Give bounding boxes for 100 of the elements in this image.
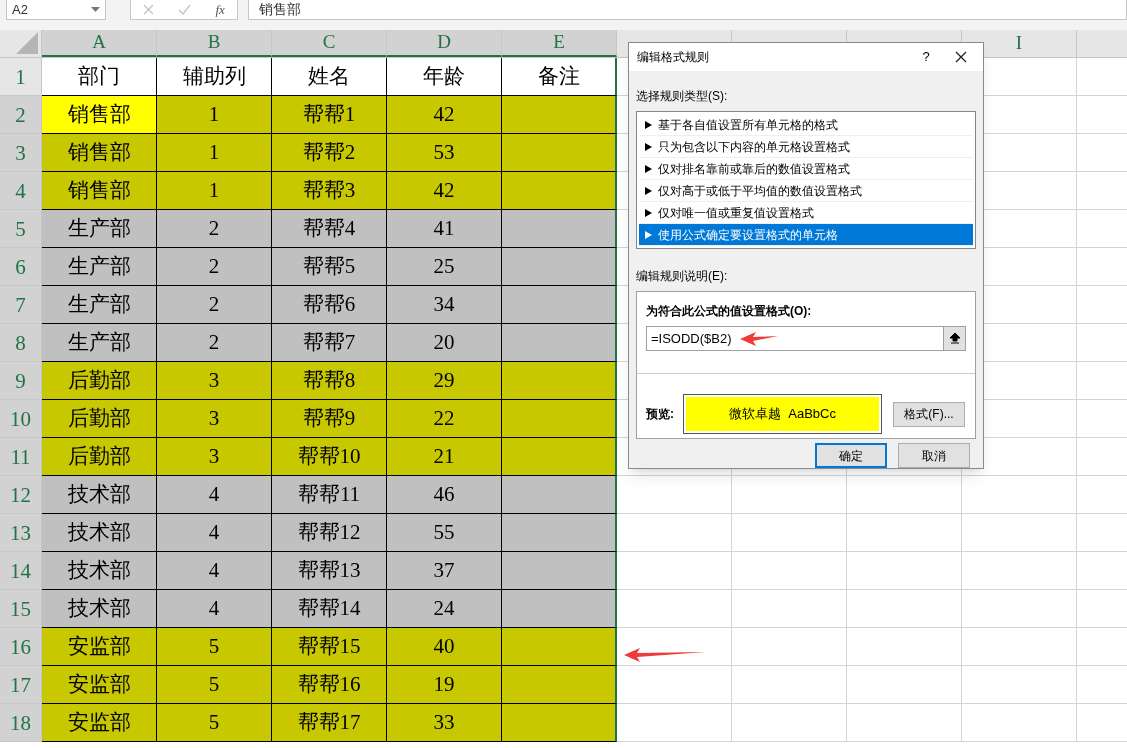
rule-type-item[interactable]: 基于各自值设置所有单元格的格式 [639, 114, 973, 136]
table-cell: 部门 [42, 58, 157, 96]
row-header[interactable]: 16 [0, 628, 42, 666]
table-cell: 42 [387, 96, 502, 134]
table-cell: 帮帮10 [272, 438, 387, 476]
table-cell: 37 [387, 552, 502, 590]
table-cell: 2 [157, 324, 272, 362]
table-cell: 25 [387, 248, 502, 286]
cancel-button[interactable]: 取消 [898, 443, 970, 468]
insert-function-button[interactable]: fx [215, 0, 225, 20]
triangle-icon [645, 142, 652, 151]
table-cell: 2 [157, 210, 272, 248]
row-header[interactable]: 18 [0, 704, 42, 742]
column-header[interactable]: B [157, 30, 272, 57]
rule-type-item[interactable]: 仅对排名靠前或靠后的数值设置格式 [639, 158, 973, 180]
row-header[interactable]: 17 [0, 666, 42, 704]
table-cell: 24 [387, 590, 502, 628]
table-cell: 销售部 [42, 172, 157, 210]
table-cell: 安监部 [42, 666, 157, 704]
row-header[interactable]: 10 [0, 400, 42, 438]
table-cell: 帮帮9 [272, 400, 387, 438]
ok-button[interactable]: 确定 [815, 443, 887, 468]
row-header[interactable]: 6 [0, 248, 42, 286]
cancel-icon[interactable] [143, 4, 155, 15]
select-all-icon[interactable] [16, 32, 38, 54]
table-cell: 55 [387, 514, 502, 552]
row-header[interactable]: 8 [0, 324, 42, 362]
row-header[interactable]: 12 [0, 476, 42, 514]
row-header[interactable]: 7 [0, 286, 42, 324]
column-header[interactable]: D [387, 30, 502, 57]
row-header[interactable]: 5 [0, 210, 42, 248]
table-cell: 34 [387, 286, 502, 324]
table-cell: 后勤部 [42, 438, 157, 476]
row-header[interactable]: 15 [0, 590, 42, 628]
dialog-title: 编辑格式规则 [637, 49, 710, 66]
column-header[interactable]: A [42, 30, 157, 57]
check-icon[interactable] [178, 4, 192, 15]
table-cell: 生产部 [42, 324, 157, 362]
row-header[interactable]: 13 [0, 514, 42, 552]
table-cell: 辅助列 [157, 58, 272, 96]
row-header[interactable]: 11 [0, 438, 42, 476]
table-cell: 帮帮16 [272, 666, 387, 704]
table-cell: 技术部 [42, 476, 157, 514]
row-header[interactable]: 14 [0, 552, 42, 590]
table-cell: 2 [157, 286, 272, 324]
table-cell: 29 [387, 362, 502, 400]
triangle-icon [645, 120, 652, 129]
column-header[interactable]: C [272, 30, 387, 57]
table-cell: 3 [157, 400, 272, 438]
table-cell: 帮帮11 [272, 476, 387, 514]
description-label: 编辑规则说明(E): [636, 268, 729, 285]
table-cell: 生产部 [42, 210, 157, 248]
table-cell: 后勤部 [42, 362, 157, 400]
table-cell: 帮帮7 [272, 324, 387, 362]
row-header[interactable]: 2 [0, 96, 42, 134]
table-cell: 技术部 [42, 590, 157, 628]
table-cell: 销售部 [42, 96, 157, 134]
close-icon[interactable] [955, 51, 967, 63]
table-cell: 年龄 [387, 58, 502, 96]
row-header[interactable]: 3 [0, 134, 42, 172]
table-cell: 生产部 [42, 248, 157, 286]
table-cell: 帮帮17 [272, 704, 387, 742]
table-cell: 姓名 [272, 58, 387, 96]
table-cell: 42 [387, 172, 502, 210]
table-cell: 帮帮8 [272, 362, 387, 400]
table-cell: 生产部 [42, 286, 157, 324]
row-header[interactable]: 4 [0, 172, 42, 210]
name-box[interactable]: A2 [6, 0, 106, 20]
table-cell: 帮帮15 [272, 628, 387, 666]
table-cell: 安监部 [42, 628, 157, 666]
table-cell: 21 [387, 438, 502, 476]
table-cell: 41 [387, 210, 502, 248]
format-button[interactable]: 格式(F)... [893, 401, 965, 427]
table-cell: 46 [387, 476, 502, 514]
table-cell: 技术部 [42, 514, 157, 552]
table-cell: 帮帮2 [272, 134, 387, 172]
table-cell: 3 [157, 362, 272, 400]
table-cell: 1 [157, 134, 272, 172]
table-cell: 安监部 [42, 704, 157, 742]
triangle-icon [645, 230, 652, 239]
table-cell: 3 [157, 438, 272, 476]
formula-field[interactable]: 销售部 [248, 0, 1127, 20]
row-header[interactable]: 9 [0, 362, 42, 400]
rule-type-item[interactable]: 只为包含以下内容的单元格设置格式 [639, 136, 973, 158]
table-cell: 20 [387, 324, 502, 362]
table-cell: 帮帮5 [272, 248, 387, 286]
table-cell: 5 [157, 704, 272, 742]
triangle-icon [645, 208, 652, 217]
rule-type-item[interactable]: 仅对高于或低于平均值的数值设置格式 [639, 180, 973, 202]
table-cell: 技术部 [42, 552, 157, 590]
table-cell: 帮帮13 [272, 552, 387, 590]
rule-type-label: 选择规则类型(S): [636, 88, 729, 105]
column-header[interactable]: E [502, 30, 617, 57]
table-cell: 5 [157, 666, 272, 704]
help-button[interactable]: ? [911, 47, 941, 67]
dropdown-caret-icon [91, 7, 100, 12]
triangle-icon [645, 186, 652, 195]
preview-label: 预览: [646, 406, 675, 423]
row-header[interactable]: 1 [0, 58, 42, 96]
rule-type-item[interactable]: 使用公式确定要设置格式的单元格 [639, 224, 973, 246]
